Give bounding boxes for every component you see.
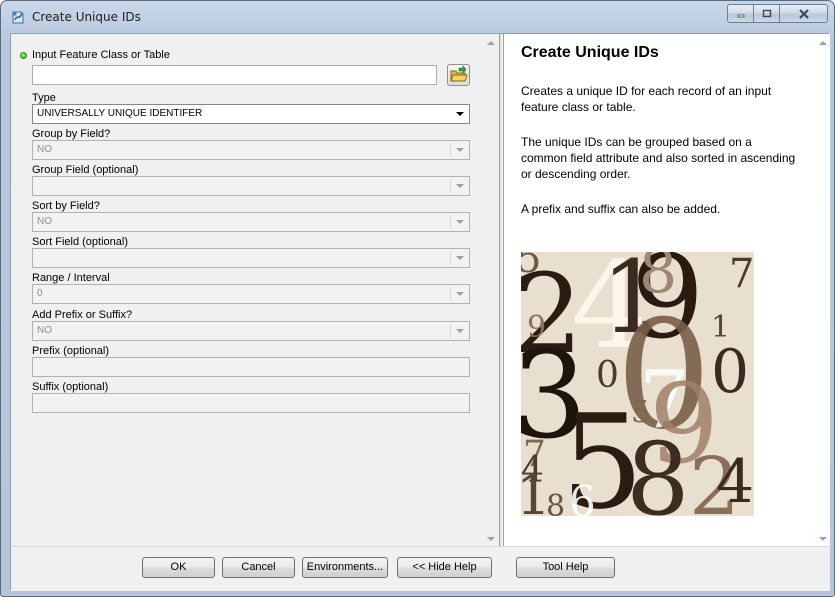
group-by-label: Group by Field?	[32, 128, 111, 140]
button-bar: OK Cancel Environments... << Hide Help T…	[11, 546, 830, 591]
dropdown-separator	[450, 324, 451, 338]
chevron-down-icon	[456, 256, 464, 260]
range-label: Range / Interval	[32, 272, 110, 284]
tool-dialog-window: Create Unique IDs Input Feature Class or…	[0, 0, 835, 597]
input-feature-field[interactable]	[32, 65, 437, 85]
dropdown-separator	[450, 215, 451, 229]
range-value: 0	[37, 288, 43, 299]
prefix-field[interactable]	[32, 357, 470, 377]
numbers-illustration: 2 4 1 9 8 7 5 9 1 0 0 3 0 7 5 9 7	[521, 252, 754, 516]
sort-field-dropdown[interactable]	[32, 248, 470, 268]
chevron-down-icon	[456, 112, 464, 116]
minimize-icon	[737, 14, 744, 17]
sort-by-value: NO	[37, 216, 52, 227]
svg-text:7: 7	[729, 252, 754, 297]
group-field-label: Group Field (optional)	[32, 164, 139, 176]
chevron-down-icon	[456, 329, 464, 333]
help-paragraph-3: A prefix and suffix can also be added.	[521, 202, 721, 216]
svg-text:8: 8	[546, 489, 565, 516]
tool-help-button[interactable]: Tool Help	[516, 557, 615, 578]
chevron-down-icon	[456, 220, 464, 224]
scroll-up-icon[interactable]	[819, 41, 827, 45]
dropdown-separator	[450, 251, 451, 265]
add-prefix-value: NO	[37, 325, 52, 336]
add-prefix-dropdown[interactable]: NO	[32, 321, 470, 341]
suffix-label: Suffix (optional)	[32, 381, 109, 393]
help-paragraph-1: Creates a unique ID for each record of a…	[521, 84, 772, 114]
ok-button[interactable]: OK	[142, 557, 215, 578]
help-title: Create Unique IDs	[521, 44, 659, 61]
scroll-down-icon[interactable]	[819, 537, 827, 541]
dropdown-separator	[450, 143, 451, 157]
maximize-button[interactable]	[753, 4, 779, 23]
svg-text:8: 8	[626, 421, 690, 516]
group-by-value: NO	[37, 144, 52, 155]
chevron-down-icon	[456, 292, 464, 296]
add-prefix-label: Add Prefix or Suffix?	[32, 309, 133, 321]
parameters-scrollbar[interactable]	[485, 38, 497, 544]
close-button[interactable]	[779, 4, 828, 23]
type-label: Type	[32, 92, 56, 104]
open-folder-icon	[450, 65, 468, 82]
required-indicator-icon	[20, 52, 27, 59]
svg-text:5: 5	[521, 252, 541, 282]
window-controls	[727, 4, 828, 23]
dropdown-separator	[450, 287, 451, 301]
type-value: UNIVERSALLY UNIQUE IDENTIFER	[37, 108, 203, 119]
input-feature-label: Input Feature Class or Table	[32, 49, 170, 61]
window-title: Create Unique IDs	[32, 10, 141, 24]
sort-by-label: Sort by Field?	[32, 200, 100, 212]
title-bar[interactable]: Create Unique IDs	[1, 1, 834, 33]
help-scrollbar[interactable]	[817, 38, 829, 544]
geoprocessing-tool-icon	[10, 9, 26, 25]
browse-button[interactable]	[447, 64, 470, 86]
close-icon	[798, 8, 809, 19]
svg-text:6: 6	[569, 477, 596, 516]
chevron-down-icon	[456, 148, 464, 152]
group-field-dropdown[interactable]	[32, 176, 470, 196]
scroll-up-icon[interactable]	[487, 41, 495, 45]
sort-field-label: Sort Field (optional)	[32, 236, 128, 248]
chevron-down-icon	[456, 184, 464, 188]
dialog-client-area: Input Feature Class or Table Type UNIVER…	[10, 33, 830, 591]
hide-help-button[interactable]: << Hide Help	[397, 557, 492, 578]
minimize-button[interactable]	[727, 4, 753, 23]
dropdown-separator	[450, 179, 451, 193]
type-dropdown[interactable]: UNIVERSALLY UNIQUE IDENTIFER	[32, 104, 470, 124]
help-panel: Create Unique IDs Creates a unique ID fo…	[503, 34, 830, 546]
svg-text:4: 4	[716, 447, 754, 516]
sort-by-dropdown[interactable]: NO	[32, 212, 470, 232]
cancel-button[interactable]: Cancel	[222, 557, 295, 578]
suffix-field[interactable]	[32, 393, 470, 413]
environments-button[interactable]: Environments...	[302, 557, 388, 578]
group-by-dropdown[interactable]: NO	[32, 140, 470, 160]
help-paragraph-2: The unique IDs can be grouped based on a…	[521, 135, 796, 181]
scroll-down-icon[interactable]	[487, 537, 495, 541]
parameters-panel[interactable]: Input Feature Class or Table Type UNIVER…	[11, 34, 499, 546]
range-dropdown[interactable]: 0	[32, 284, 470, 304]
prefix-label: Prefix (optional)	[32, 345, 110, 357]
maximize-icon	[762, 9, 771, 17]
